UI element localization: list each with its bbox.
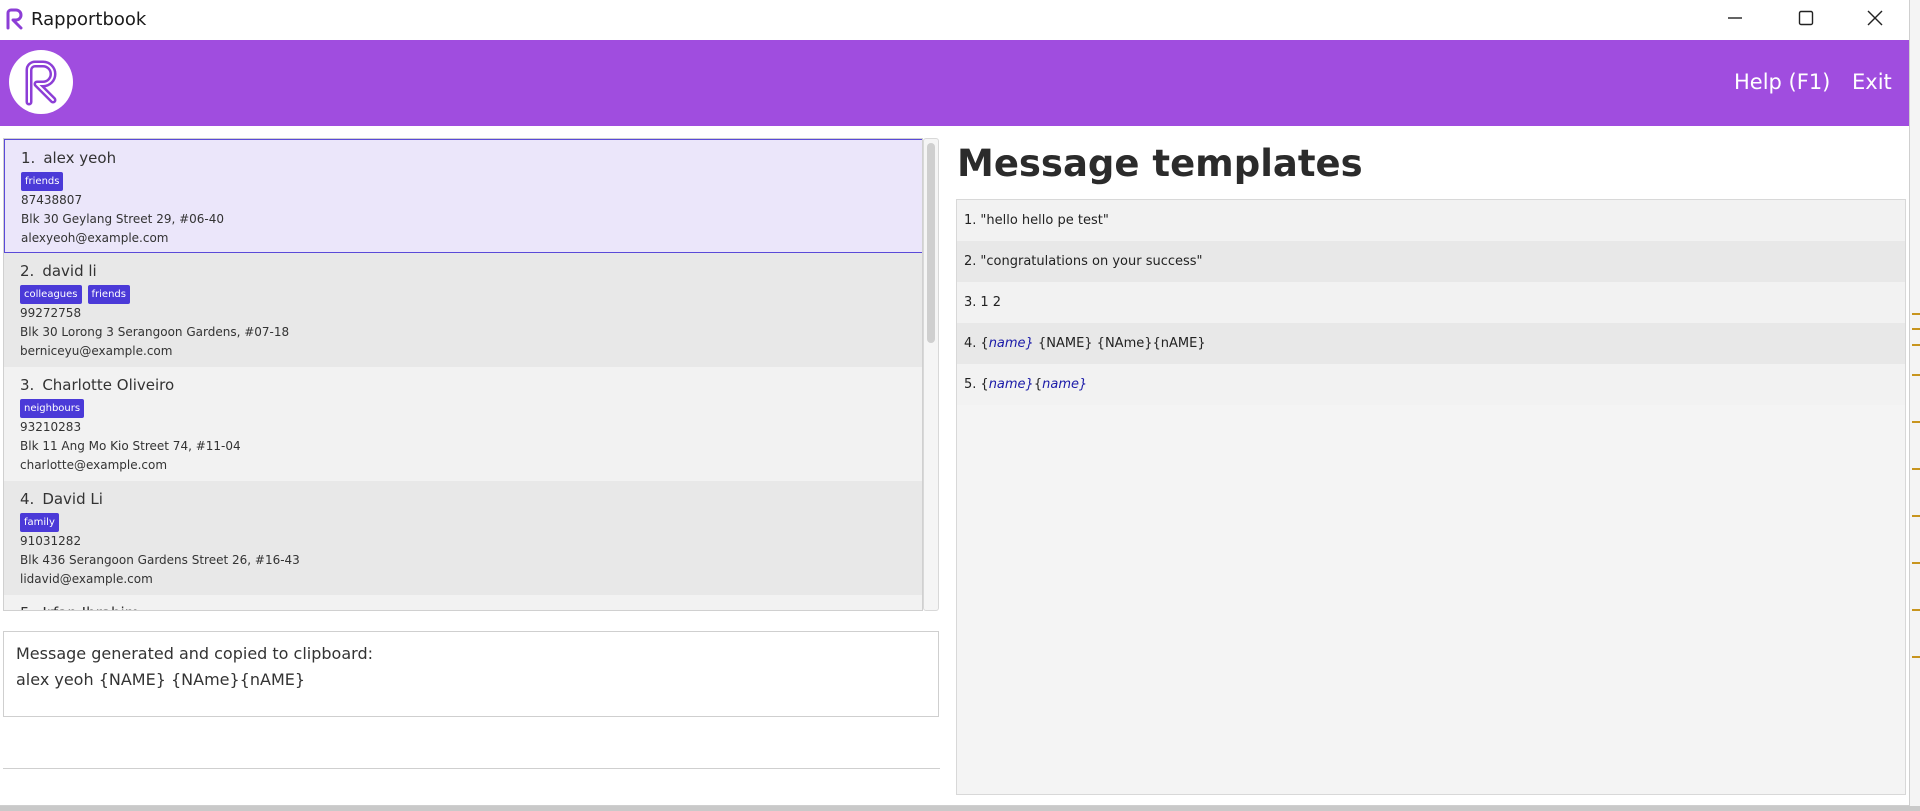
contact-name-text: david li <box>42 262 97 280</box>
contact-name-text: Irfan Ibrahim <box>42 604 139 610</box>
contact-index: 2. <box>20 262 35 280</box>
contact-index: 5. <box>20 604 34 610</box>
left-panel: 1. alex yeoh friends 87438807 Blk 30 Geylang… <box>0 126 950 805</box>
contact-index: 1. <box>21 149 36 167</box>
contact-address: Blk 436 Serangoon Gardens Street 26, #16… <box>20 553 300 567</box>
desktop-background-bottom <box>0 806 1920 811</box>
contact-name: 5. Irfan Ibrahim <box>20 603 907 610</box>
template-row[interactable]: 5.{name}{name} <box>957 364 1905 405</box>
title-bar: Rapportbook <box>0 0 1909 40</box>
contact-card[interactable]: 1. alex yeoh friends 87438807 Blk 30 Geylang… <box>4 139 922 253</box>
contact-list[interactable]: 1. alex yeoh friends 87438807 Blk 30 Geylang… <box>3 138 923 611</box>
contact-phone: 99272758 <box>20 306 82 320</box>
contact-name: 1. alex yeoh <box>21 148 906 168</box>
close-icon <box>1867 10 1883 26</box>
contact-address: Blk 30 Lorong 3 Serangoon Gardens, #07-1… <box>20 325 290 339</box>
contact-index: 4. <box>20 490 35 508</box>
contact-address: Blk 30 Geylang Street 29, #06-40 <box>21 212 225 226</box>
template-index: 5. <box>964 377 977 392</box>
template-index: 3. <box>964 295 977 310</box>
help-menu[interactable]: Help (F1) <box>1734 70 1830 94</box>
app-header: Help (F1) Exit <box>0 40 1909 126</box>
contact-card[interactable]: 2. david li colleagues friends 99272758 Blk 3… <box>4 253 922 367</box>
contact-list-scrollbar[interactable] <box>923 138 939 611</box>
template-placeholder: name} <box>988 377 1034 392</box>
rapportbook-logo-icon <box>6 8 23 30</box>
template-list[interactable]: 1. "hello hello pe test" 2. "congratulation… <box>956 199 1906 795</box>
template-text: {NAME} {NAme}{nAME} <box>1033 336 1206 351</box>
tag-badge: neighbours <box>20 399 85 418</box>
maximize-button[interactable] <box>1771 0 1841 36</box>
minimize-icon <box>1728 17 1742 19</box>
contact-phone: 91031282 <box>20 534 82 548</box>
template-text: 1 2 <box>980 295 1002 310</box>
template-index: 4. <box>964 336 977 351</box>
contact-name-text: Charlotte Oliveiro <box>42 376 175 394</box>
contact-card[interactable]: 5. Irfan Ibrahim <box>4 595 922 610</box>
template-row[interactable]: 4.{name} {NAME} {NAme}{nAME} <box>957 323 1905 364</box>
contact-email: alexyeoh@example.com <box>21 231 169 245</box>
contact-name: 4. David Li <box>20 489 907 509</box>
scrollbar-thumb[interactable] <box>927 143 935 343</box>
contact-card[interactable]: 4. David Li family 91031282 Blk 436 Serangoo… <box>4 481 922 595</box>
contact-phone: 93210283 <box>20 420 82 434</box>
tag-badge: colleagues <box>20 285 82 304</box>
template-row[interactable]: 1. "hello hello pe test" <box>957 200 1905 241</box>
divider <box>3 768 940 769</box>
tag-badge: friends <box>87 285 130 304</box>
template-row[interactable]: 2. "congratulations on your success" <box>957 241 1905 282</box>
contact-email: lidavid@example.com <box>20 572 153 586</box>
contact-phone: 87438807 <box>21 193 83 207</box>
tag-badge: family <box>20 513 59 532</box>
templates-title: Message templates <box>957 142 1363 185</box>
contact-name: 2. david li <box>20 261 907 281</box>
template-placeholder: name} <box>1042 377 1088 392</box>
tag-badge: friends <box>21 172 64 191</box>
command-result-box: Message generated and copied to clipboar… <box>3 631 939 717</box>
template-index: 2. <box>964 254 977 269</box>
template-text: { <box>980 336 989 351</box>
app-window: Rapportbook Help (F1) Exit 1. alex yeoh fr… <box>0 0 1910 806</box>
template-text: "hello hello pe test" <box>980 213 1109 228</box>
template-index: 1. <box>964 213 977 228</box>
window-title: Rapportbook <box>31 9 147 30</box>
template-text: { <box>980 377 989 392</box>
template-text: "congratulations on your success" <box>980 254 1203 269</box>
contact-email: berniceyu@example.com <box>20 344 173 358</box>
contact-name-text: David Li <box>42 490 103 508</box>
contact-email: charlotte@example.com <box>20 458 168 472</box>
app-logo <box>9 50 73 114</box>
contact-tags: friends <box>21 172 906 191</box>
contact-address: Blk 11 Ang Mo Kio Street 74, #11-04 <box>20 439 241 453</box>
template-placeholder: name} <box>988 336 1034 351</box>
contact-tags: colleagues friends <box>20 285 907 304</box>
result-line-1: Message generated and copied to clipboar… <box>16 644 373 663</box>
exit-menu[interactable]: Exit <box>1852 70 1892 94</box>
rapportbook-logo-icon <box>25 60 57 106</box>
contact-tags: neighbours <box>20 399 907 418</box>
result-line-2: alex yeoh {NAME} {NAme}{nAME} <box>16 670 306 689</box>
maximize-icon <box>1798 10 1814 26</box>
template-row[interactable]: 3. 1 2 <box>957 282 1905 323</box>
contact-name: 3. Charlotte Oliveiro <box>20 375 907 395</box>
contact-index: 3. <box>20 376 35 394</box>
minimize-button[interactable] <box>1700 0 1770 36</box>
desktop-background <box>1910 0 1920 811</box>
contact-card[interactable]: 3. Charlotte Oliveiro neighbours 93210283 Bl… <box>4 367 922 481</box>
contact-tags: family <box>20 513 907 532</box>
template-text: { <box>1033 377 1043 392</box>
close-button[interactable] <box>1840 0 1909 36</box>
right-panel: Message templates 1. "hello hello pe test… <box>950 126 1909 805</box>
contact-name-text: alex yeoh <box>43 149 117 167</box>
